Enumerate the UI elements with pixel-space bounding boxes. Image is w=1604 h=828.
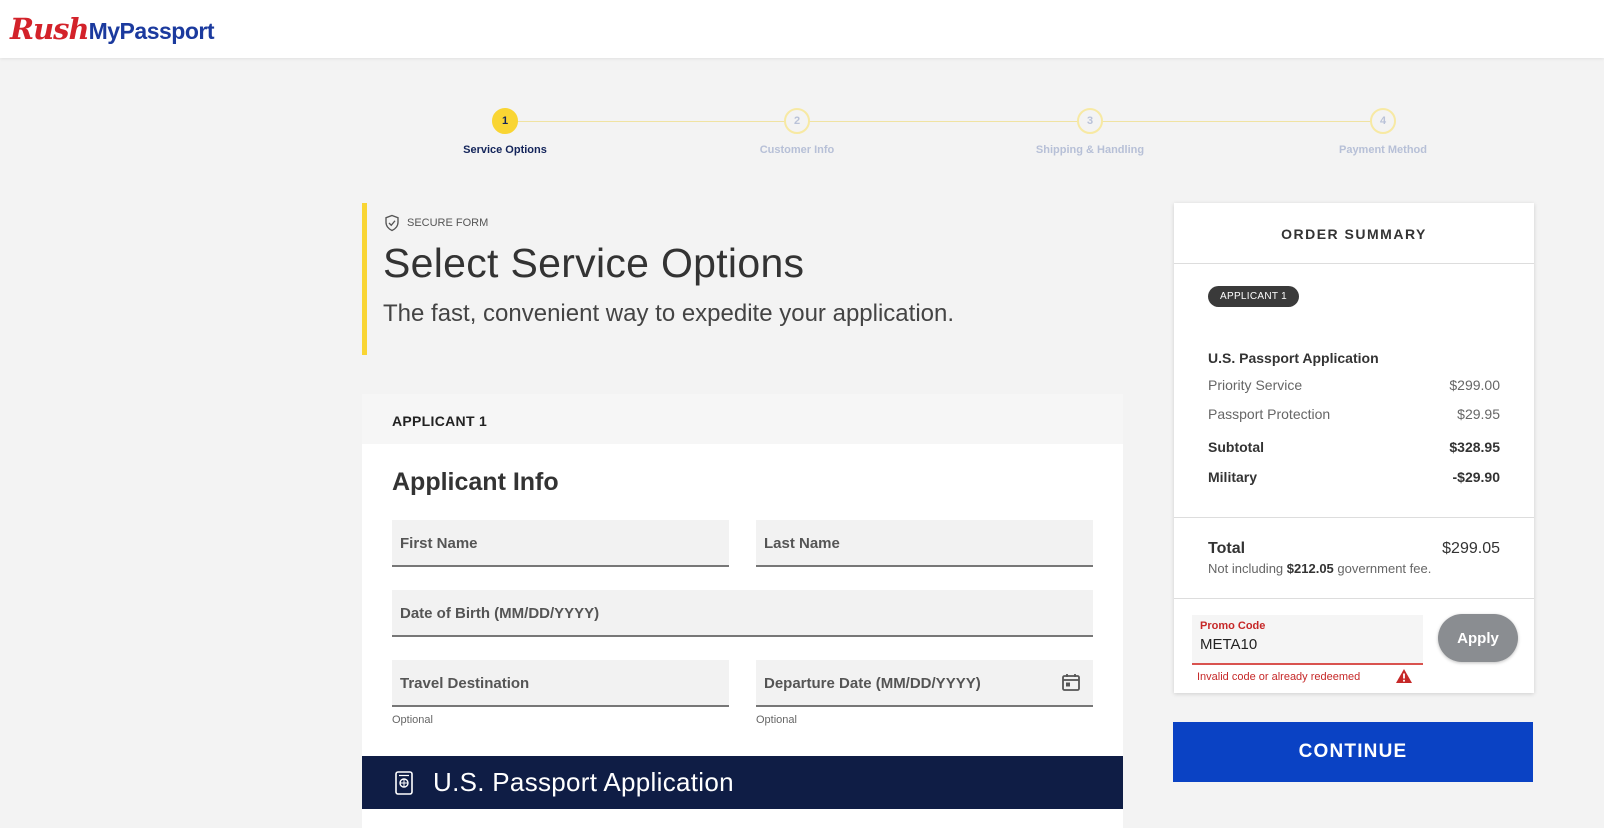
- page-subtitle: The fast, convenient way to expedite you…: [383, 300, 955, 327]
- stepper-line: [508, 121, 1386, 122]
- travel-destination-optional-hint: Optional: [392, 714, 433, 726]
- line-item-label: Priority Service: [1208, 377, 1303, 393]
- line-item-value: $29.95: [1457, 406, 1500, 422]
- secure-form-label: SECURE FORM: [407, 217, 489, 229]
- military-label: Military: [1208, 469, 1258, 485]
- step-label: Payment Method: [1338, 144, 1427, 156]
- top-bar: Rush MyPassport: [0, 0, 1604, 58]
- promo-error-message: Invalid code or already redeemed: [1197, 671, 1361, 683]
- total-label: Total: [1208, 540, 1246, 557]
- shield-check-icon: [385, 214, 399, 232]
- step-payment-method: 4 Payment Method: [1303, 108, 1463, 156]
- promo-code-input[interactable]: [1200, 636, 1410, 653]
- military-value: -$29.90: [1452, 469, 1500, 485]
- rushmypassport-logo[interactable]: Rush MyPassport: [10, 12, 214, 46]
- government-fee-note: Not including $212.05 government fee.: [1208, 561, 1431, 576]
- passport-application-band[interactable]: U.S. Passport Application: [362, 756, 1123, 809]
- order-summary-title: ORDER SUMMARY: [1174, 203, 1534, 264]
- travel-destination-label: Travel Destination: [400, 675, 530, 692]
- line-item: Passport Protection $29.95: [1208, 406, 1500, 422]
- logo-rush-text: Rush: [10, 12, 90, 46]
- line-item-label: Passport Protection: [1208, 406, 1331, 422]
- applicant-card-header: APPLICANT 1: [362, 394, 1123, 444]
- departure-date-optional-hint: Optional: [756, 714, 797, 726]
- subtotal-value: $328.95: [1449, 439, 1500, 455]
- step-customer-info: 2 Customer Info: [717, 108, 877, 156]
- applicant-card: APPLICANT 1 Applicant Info First Name La…: [362, 394, 1123, 828]
- continue-button[interactable]: CONTINUE: [1173, 722, 1533, 782]
- summary-divider: [1174, 517, 1534, 518]
- passport-icon: [395, 770, 413, 795]
- passport-application-title: U.S. Passport Application: [433, 767, 734, 797]
- applicant-badge: APPLICANT 1: [1208, 286, 1300, 307]
- logo-mypassport-text: MyPassport: [88, 18, 215, 44]
- step-label: Shipping & Handling: [1035, 144, 1145, 156]
- first-name-field[interactable]: First Name: [392, 520, 729, 567]
- product-title-row: U.S. Passport Application: [1208, 350, 1500, 366]
- page-title: Select Service Options: [383, 240, 805, 286]
- note-prefix: Not including: [1208, 561, 1287, 576]
- secure-form-indicator: SECURE FORM: [383, 214, 1122, 232]
- step-shipping-handling: 3 Shipping & Handling: [1010, 108, 1170, 156]
- date-of-birth-label: Date of Birth (MM/DD/YYYY): [400, 605, 600, 622]
- date-of-birth-field[interactable]: Date of Birth (MM/DD/YYYY): [392, 590, 1093, 637]
- travel-destination-field[interactable]: Travel Destination: [392, 660, 729, 707]
- step-number: 3: [1077, 108, 1103, 134]
- subtotal-row: Subtotal $328.95: [1208, 439, 1500, 455]
- last-name-field[interactable]: Last Name: [756, 520, 1093, 567]
- departure-date-field[interactable]: Departure Date (MM/DD/YYYY): [756, 660, 1093, 707]
- note-suffix: government fee.: [1333, 561, 1432, 576]
- summary-divider: [1174, 598, 1534, 599]
- line-item-value: $299.00: [1449, 377, 1500, 393]
- step-number: 1: [492, 108, 518, 134]
- government-fee-amount: $212.05: [1286, 561, 1334, 576]
- order-summary: ORDER SUMMARY APPLICANT 1 U.S. Passport …: [1174, 203, 1534, 693]
- applicant-info-title: Applicant Info: [392, 468, 559, 496]
- line-item: Priority Service $299.00: [1208, 377, 1500, 393]
- step-service-options: 1 Service Options: [425, 108, 585, 156]
- total-value: $299.05: [1442, 540, 1500, 557]
- step-label: Customer Info: [759, 144, 835, 156]
- step-number: 4: [1370, 108, 1396, 134]
- product-title: U.S. Passport Application: [1208, 350, 1379, 366]
- progress-stepper: 1 Service Options 2 Customer Info 3 Ship…: [450, 108, 1450, 168]
- warning-icon: [1396, 669, 1412, 683]
- subtotal-label: Subtotal: [1208, 439, 1264, 455]
- calendar-icon[interactable]: [1061, 672, 1081, 692]
- step-number: 2: [784, 108, 810, 134]
- first-name-label: First Name: [400, 535, 478, 552]
- apply-promo-button[interactable]: Apply: [1438, 614, 1518, 662]
- page-heading: SECURE FORM Select Service Options The f…: [362, 203, 1122, 355]
- promo-code-field[interactable]: Promo Code: [1192, 615, 1423, 665]
- military-discount-row: Military -$29.90: [1208, 469, 1500, 485]
- promo-code-label: Promo Code: [1200, 620, 1266, 632]
- departure-date-label: Departure Date (MM/DD/YYYY): [764, 675, 981, 692]
- step-label: Service Options: [463, 144, 547, 156]
- last-name-label: Last Name: [764, 535, 840, 552]
